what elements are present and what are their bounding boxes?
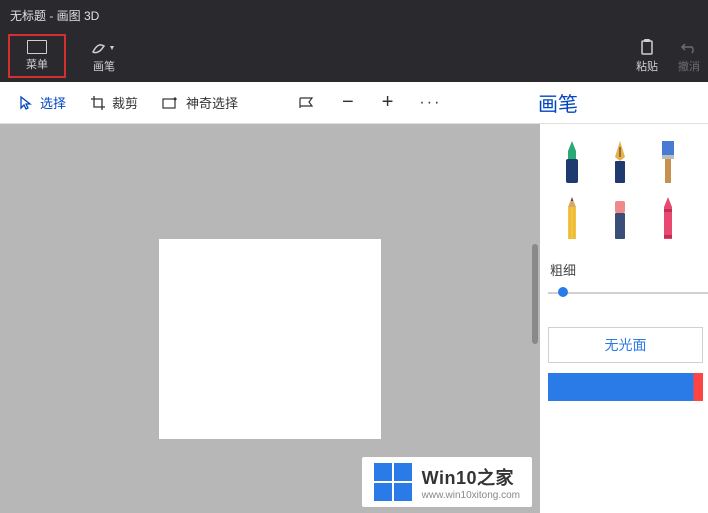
canvas-area[interactable]: Win10之家 www.win10xitong.com: [0, 124, 540, 513]
folder-icon: [27, 40, 47, 54]
undo-button[interactable]: 撤消: [678, 38, 700, 74]
paste-button[interactable]: 粘贴: [636, 38, 658, 74]
flip-tool[interactable]: [290, 92, 324, 114]
thickness-label: 粗细: [550, 260, 708, 279]
magic-icon: [162, 96, 180, 110]
window-title: 无标题 - 画图 3D: [10, 7, 99, 24]
matte-button[interactable]: 无光面: [548, 327, 703, 363]
brush-crayon[interactable]: [644, 190, 692, 246]
watermark: Win10之家 www.win10xitong.com: [362, 457, 532, 507]
toolbar: 选择 裁剪 神奇选择 − + ··· 画笔: [0, 82, 708, 124]
undo-label: 撤消: [678, 58, 700, 74]
magic-label: 神奇选择: [186, 93, 238, 112]
brush-grid: [548, 134, 708, 246]
more-tool[interactable]: ···: [411, 90, 449, 116]
canvas[interactable]: [159, 239, 381, 439]
brush-pencil[interactable]: [548, 190, 596, 246]
flag-icon: [298, 96, 316, 110]
undo-icon: [680, 38, 698, 56]
cursor-icon: [18, 95, 34, 111]
select-label: 选择: [40, 93, 66, 112]
slider-track: [548, 292, 708, 294]
watermark-title: Win10之家: [422, 464, 520, 490]
brush-marker[interactable]: [548, 134, 596, 190]
crayon-icon: [656, 195, 680, 241]
brush-label: 画笔: [93, 58, 115, 74]
color-bar[interactable]: [548, 373, 703, 401]
marker-icon: [560, 139, 584, 185]
menu-button[interactable]: 菜单: [8, 34, 66, 78]
zoom-out-tool[interactable]: −: [332, 91, 364, 114]
flat-brush-icon: [656, 139, 680, 185]
slider-thumb[interactable]: [558, 287, 568, 297]
sidebar: 粗细 无光面: [540, 124, 708, 513]
windows-logo-icon: [374, 463, 412, 501]
titlebar: 无标题 - 画图 3D: [0, 0, 708, 30]
brush-flat-brush[interactable]: [644, 134, 692, 190]
matte-label: 无光面: [605, 335, 647, 355]
eraser-icon: [608, 195, 632, 241]
panel-title: 画笔: [530, 88, 698, 117]
brush-calligraphy-pen[interactable]: [596, 134, 644, 190]
crop-tool[interactable]: 裁剪: [82, 89, 146, 116]
select-tool[interactable]: 选择: [10, 89, 74, 116]
paste-label: 粘贴: [636, 58, 658, 74]
brush-dropdown-button[interactable]: 画笔: [90, 38, 118, 74]
calligraphy-icon: [608, 139, 632, 185]
brush-icon: [90, 38, 118, 56]
watermark-url: www.win10xitong.com: [422, 490, 520, 501]
topbar: 菜单 画笔 粘贴 撤消: [0, 30, 708, 82]
menu-label: 菜单: [26, 56, 48, 72]
vertical-scrollbar[interactable]: [532, 244, 538, 344]
thickness-slider[interactable]: [548, 283, 708, 303]
crop-icon: [90, 95, 106, 111]
clipboard-icon: [638, 38, 656, 56]
pencil-icon: [560, 195, 584, 241]
brush-eraser[interactable]: [596, 190, 644, 246]
crop-label: 裁剪: [112, 93, 138, 112]
main: Win10之家 www.win10xitong.com: [0, 124, 708, 513]
zoom-in-tool[interactable]: +: [372, 91, 404, 114]
magic-select-tool[interactable]: 神奇选择: [154, 89, 246, 116]
